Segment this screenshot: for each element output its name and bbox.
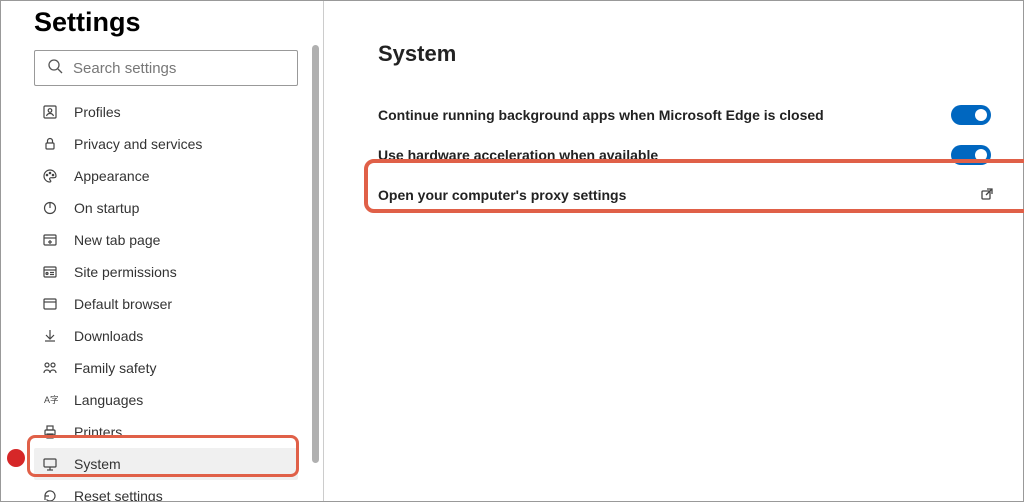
- power-icon: [42, 200, 58, 216]
- toggle-hardware-accel[interactable]: [951, 145, 991, 165]
- setting-label: Open your computer's proxy settings: [378, 187, 626, 203]
- setting-background-apps: Continue running background apps when Mi…: [378, 95, 1005, 135]
- sidebar-nav: Profiles Privacy and services Appearance…: [34, 96, 298, 501]
- sidebar-item-label: Appearance: [74, 168, 150, 184]
- sidebar-item-label: On startup: [74, 200, 139, 216]
- sidebar-item-reset[interactable]: Reset settings: [34, 480, 298, 501]
- printer-icon: [42, 424, 58, 440]
- sidebar-item-label: Family safety: [74, 360, 156, 376]
- sidebar-item-label: Privacy and services: [74, 136, 202, 152]
- sidebar-item-label: New tab page: [74, 232, 160, 248]
- sidebar-item-printers[interactable]: Printers: [34, 416, 298, 448]
- family-icon: [42, 360, 58, 376]
- setting-proxy-link[interactable]: Open your computer's proxy settings: [378, 175, 1005, 215]
- search-box[interactable]: [34, 50, 298, 86]
- sidebar-item-system[interactable]: System: [34, 448, 298, 480]
- search-input[interactable]: [73, 60, 285, 77]
- sidebar-item-profiles[interactable]: Profiles: [34, 96, 298, 128]
- sidebar-item-label: Profiles: [74, 104, 121, 120]
- sidebar-item-label: Reset settings: [74, 488, 163, 501]
- sidebar-item-label: Downloads: [74, 328, 143, 344]
- sidebar-item-label: Printers: [74, 424, 122, 440]
- sidebar-item-label: Languages: [74, 392, 143, 408]
- svg-text:A字: A字: [44, 394, 58, 405]
- sidebar-item-label: Default browser: [74, 296, 172, 312]
- sidebar-item-newtab[interactable]: New tab page: [34, 224, 298, 256]
- sidebar-item-permissions[interactable]: Site permissions: [34, 256, 298, 288]
- reset-icon: [42, 488, 58, 501]
- annotation-dot: [7, 449, 25, 467]
- sidebar: Settings Profiles Privacy and services A…: [1, 1, 323, 501]
- permissions-icon: [42, 264, 58, 280]
- search-icon: [47, 58, 73, 79]
- toggle-background-apps[interactable]: [951, 105, 991, 125]
- lock-icon: [42, 136, 58, 152]
- sidebar-item-privacy[interactable]: Privacy and services: [34, 128, 298, 160]
- profile-icon: [42, 104, 58, 120]
- sidebar-title: Settings: [1, 1, 323, 50]
- sidebar-item-languages[interactable]: A字 Languages: [34, 384, 298, 416]
- setting-hardware-accel: Use hardware acceleration when available: [378, 135, 1005, 175]
- download-icon: [42, 328, 58, 344]
- appearance-icon: [42, 168, 58, 184]
- external-link-icon: [979, 186, 995, 205]
- sidebar-item-default-browser[interactable]: Default browser: [34, 288, 298, 320]
- default-browser-icon: [42, 296, 58, 312]
- sidebar-item-downloads[interactable]: Downloads: [34, 320, 298, 352]
- main-panel: System Continue running background apps …: [324, 1, 1023, 501]
- sidebar-item-label: System: [74, 456, 121, 472]
- sidebar-item-appearance[interactable]: Appearance: [34, 160, 298, 192]
- system-icon: [42, 456, 58, 472]
- setting-label: Use hardware acceleration when available: [378, 147, 658, 163]
- sidebar-item-startup[interactable]: On startup: [34, 192, 298, 224]
- sidebar-scrollbar[interactable]: [312, 45, 319, 463]
- language-icon: A字: [42, 392, 58, 408]
- page-title: System: [378, 41, 1005, 67]
- newtab-icon: [42, 232, 58, 248]
- setting-label: Continue running background apps when Mi…: [378, 107, 824, 123]
- sidebar-item-label: Site permissions: [74, 264, 177, 280]
- sidebar-item-family[interactable]: Family safety: [34, 352, 298, 384]
